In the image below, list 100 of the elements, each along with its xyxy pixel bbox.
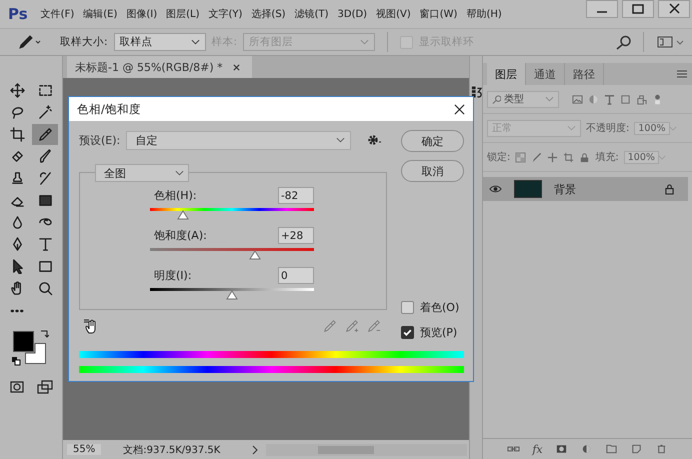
- colorize-checkbox[interactable]: [401, 301, 414, 314]
- workspace-icon[interactable]: [656, 34, 686, 50]
- maximize-icon[interactable]: [622, 0, 654, 18]
- opacity-field[interactable]: 100%: [634, 122, 670, 134]
- menu-item[interactable]: 文字(Y): [208, 7, 242, 21]
- lock-icon[interactable]: [579, 152, 590, 162]
- panel-tab[interactable]: 路径: [565, 63, 604, 85]
- menu-item[interactable]: 窗口(W): [420, 7, 458, 21]
- menu-item[interactable]: 3D(D): [338, 8, 368, 20]
- value-field[interactable]: +28: [278, 227, 314, 244]
- slider-thumb[interactable]: [176, 210, 189, 220]
- mask-icon[interactable]: [554, 444, 568, 454]
- dialog-title: 色相/饱和度: [77, 102, 141, 116]
- value-field[interactable]: 0: [278, 267, 314, 284]
- caret-icon: [545, 96, 554, 102]
- menu-item[interactable]: 视图(V): [376, 7, 411, 21]
- preset-label: 预设(E):: [79, 132, 120, 148]
- lasso-icon: [10, 105, 24, 120]
- settings-icon[interactable]: [367, 134, 384, 146]
- checkerboard-icon[interactable]: [515, 152, 526, 162]
- gradient-icon: [38, 193, 52, 208]
- menu-item[interactable]: 图像(I): [126, 7, 158, 21]
- channel-dropdown[interactable]: 全图: [95, 164, 189, 182]
- close-icon[interactable]: [232, 64, 240, 70]
- move-icon: [10, 83, 24, 98]
- menu-item[interactable]: 图层(L): [166, 7, 200, 21]
- caret-icon: [190, 39, 200, 45]
- smart-object-icon[interactable]: [636, 94, 647, 104]
- background-color-swatch[interactable]: [25, 343, 46, 364]
- value-field[interactable]: -82: [278, 187, 314, 204]
- transform-icon[interactable]: [620, 94, 631, 104]
- brush-icon: [38, 149, 52, 164]
- preset-dropdown[interactable]: 自定: [126, 130, 352, 150]
- dialog-button[interactable]: 取消: [401, 160, 464, 182]
- search-icon[interactable]: [615, 34, 631, 50]
- link-icon[interactable]: [507, 444, 520, 454]
- document-tab[interactable]: 未标题-1 @ 55%(RGB/8#) *: [67, 56, 252, 78]
- eye-icon[interactable]: [489, 185, 502, 193]
- caret-icon: [567, 125, 576, 131]
- panel-tab[interactable]: 图层: [487, 63, 526, 85]
- search-icon: [492, 94, 501, 104]
- fill-field[interactable]: 100%: [624, 150, 659, 164]
- effects-button[interactable]: fx: [532, 442, 543, 456]
- swap-arrow-icon[interactable]: [39, 329, 49, 339]
- eyedropper-tool-button[interactable]: [32, 124, 58, 145]
- dialog-button[interactable]: 确定: [401, 130, 464, 152]
- history-brush-icon: [38, 171, 52, 186]
- document-info: 文档:937.5K/937.5K: [123, 444, 220, 456]
- marquee-icon: [38, 83, 52, 98]
- default-colors-icon[interactable]: [11, 356, 21, 366]
- layer-name: 背景: [554, 182, 577, 196]
- app-logo: Ps: [8, 5, 28, 23]
- caret-icon: [175, 170, 184, 176]
- type-icon[interactable]: [604, 94, 615, 104]
- preview-label: 预览(P): [420, 325, 458, 340]
- sample-size-dropdown[interactable]: 取样点: [114, 33, 206, 51]
- image-icon[interactable]: [572, 94, 583, 104]
- menu-item[interactable]: 文件(F): [40, 7, 74, 21]
- zoom-icon: [38, 281, 52, 296]
- layer-row[interactable]: 背景: [483, 177, 688, 201]
- filter-toggle-icon[interactable]: [652, 94, 663, 104]
- menu-item[interactable]: 编辑(E): [83, 7, 118, 21]
- close-icon[interactable]: [658, 0, 690, 18]
- menu-item[interactable]: 帮助(H): [466, 7, 502, 21]
- type-icon: [38, 237, 52, 252]
- zoom-field[interactable]: 55%: [67, 444, 102, 455]
- magic-wand-icon: [38, 105, 52, 120]
- menu-item[interactable]: 滤镜(T): [294, 7, 328, 21]
- menu-item[interactable]: 选择(S): [251, 7, 286, 21]
- menu-icon[interactable]: [677, 70, 687, 78]
- slider-label: 色相(H):: [154, 188, 197, 203]
- bandage-icon: [10, 149, 24, 164]
- slider-label: 饱和度(A):: [154, 228, 207, 243]
- panel-tab[interactable]: 通道: [526, 63, 565, 85]
- layer-thumbnail: [514, 180, 542, 198]
- caret-icon: [360, 39, 370, 45]
- slider-thumb[interactable]: [226, 290, 238, 300]
- preview-checkbox[interactable]: [401, 326, 414, 339]
- close-icon[interactable]: [454, 104, 465, 114]
- horizontal-scrollbar[interactable]: [266, 444, 467, 456]
- quick-mask-icon[interactable]: [9, 379, 25, 395]
- rectangle-icon: [38, 259, 52, 274]
- layer-filter-dropdown[interactable]: 类型: [487, 90, 559, 108]
- history-icon[interactable]: [470, 84, 482, 100]
- sample-size-label: 取样大小:: [60, 35, 108, 49]
- fill-label: 填充:: [595, 150, 619, 164]
- caret-icon: [336, 137, 346, 143]
- colorize-label: 着色(O): [420, 300, 460, 315]
- new-layer-icon[interactable]: [630, 444, 643, 454]
- screen-mode-icon[interactable]: [37, 379, 53, 395]
- brush-icon[interactable]: [531, 152, 542, 162]
- slider-thumb[interactable]: [248, 250, 261, 260]
- opacity-label: 不透明度:: [586, 122, 630, 135]
- crop-icon[interactable]: [563, 152, 574, 162]
- lock-label: 锁定:: [487, 150, 510, 164]
- slider-label: 明度(I):: [154, 268, 192, 283]
- foreground-color-swatch[interactable]: [13, 331, 34, 352]
- move-icon[interactable]: [547, 152, 558, 162]
- folder-icon[interactable]: [604, 444, 618, 454]
- eyedropper-icon: [38, 127, 52, 142]
